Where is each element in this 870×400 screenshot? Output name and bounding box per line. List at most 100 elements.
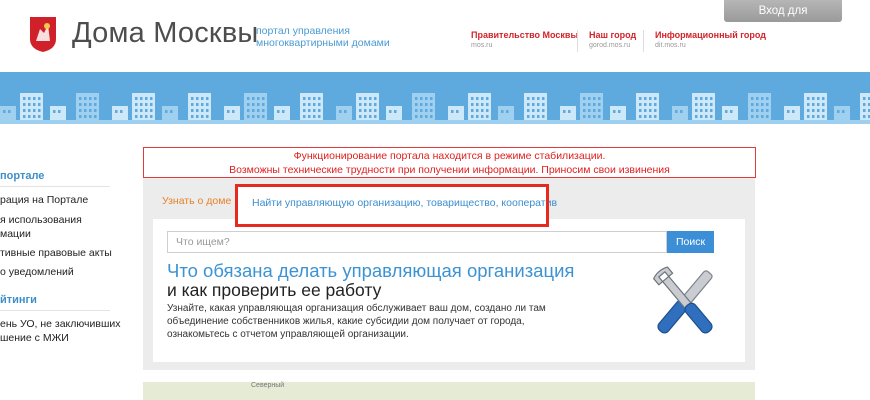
skyline-window [318, 97, 321, 100]
skyline-window [700, 115, 703, 118]
notice-line1: Функционирование портала находится в реж… [293, 150, 606, 162]
skyline-window [644, 109, 647, 112]
skyline-window [84, 115, 87, 118]
skyline-window [170, 110, 173, 113]
skyline-window [94, 97, 97, 100]
skyline-window [115, 110, 118, 113]
search-input[interactable] [167, 231, 667, 253]
sidebar-item-usage-rules-cont[interactable]: мации [0, 227, 31, 241]
skyline-window [593, 109, 596, 112]
skyline-window [359, 103, 362, 106]
skyline-window [282, 110, 285, 113]
skyline-window [201, 103, 204, 106]
skyline-window [206, 97, 209, 100]
skyline-window [191, 115, 194, 118]
stabilization-notice: Функционирование портала находится в реж… [143, 147, 756, 178]
tab-about-house[interactable]: Узнать о доме [162, 195, 231, 207]
skyline-window [730, 110, 733, 113]
skyline-window [837, 110, 840, 113]
skyline-window [822, 109, 825, 112]
promo-desc-line3: ознакомьтесь с отчетом управляющей орган… [167, 329, 409, 340]
skyline-window [527, 103, 530, 106]
skyline-window [38, 115, 41, 118]
wrench-screwdriver-icon [652, 266, 713, 334]
skyline-window [232, 110, 235, 113]
skyline-window [598, 97, 601, 100]
skyline-window [751, 103, 754, 106]
skyline-window [568, 110, 571, 113]
link-mos-government[interactable]: Правительство Москвы mos.ru [471, 30, 578, 49]
map-preview[interactable]: Северный [143, 382, 755, 400]
skyline-window [425, 109, 428, 112]
skyline-window [247, 103, 250, 106]
skyline-window [532, 109, 535, 112]
skyline-window [140, 97, 143, 100]
skyline-window [766, 97, 769, 100]
skyline-window [389, 110, 392, 113]
skyline-window [257, 109, 260, 112]
skyline-window [33, 109, 36, 112]
skyline-window [425, 97, 428, 100]
skyline-window [84, 109, 87, 112]
skyline-window [481, 109, 484, 112]
link-title[interactable]: Информационный город [655, 30, 766, 40]
skyline-window [817, 109, 820, 112]
skyline-window [308, 109, 311, 112]
city-skyline-banner [0, 72, 870, 120]
skyline-window [201, 109, 204, 112]
skyline-window [135, 115, 138, 118]
skyline-window [247, 109, 250, 112]
skyline-window [262, 109, 265, 112]
skyline-window [761, 97, 764, 100]
promo-title[interactable]: Что обязана делать управляющая организац… [167, 260, 574, 282]
search-button[interactable]: Поиск [667, 231, 714, 253]
skyline-window [89, 109, 92, 112]
skyline-window [23, 103, 26, 106]
skyline-window [191, 97, 194, 100]
skyline-window [364, 115, 367, 118]
sidebar-item-usage-rules[interactable]: я использования [0, 213, 82, 227]
sidebar-item-notifications[interactable]: о уведомлений [0, 265, 74, 279]
skyline-window [675, 110, 678, 113]
skyline-window [28, 97, 31, 100]
skyline-window [313, 109, 316, 112]
skyline-window [527, 115, 530, 118]
link-our-city[interactable]: Наш город gorod.mos.ru [589, 30, 636, 49]
skyline-window [695, 97, 698, 100]
skyline-window [481, 103, 484, 106]
skyline-window [252, 115, 255, 118]
skyline-window [89, 97, 92, 100]
skyline-window [822, 115, 825, 118]
link-title[interactable]: Наш город [589, 30, 636, 40]
skyline-window [415, 97, 418, 100]
org-login-button[interactable]: Вход для организаций [724, 0, 842, 39]
skyline-window [471, 97, 474, 100]
sidebar-item-legal-acts[interactable]: тивные правовые акты [0, 246, 112, 260]
skyline-window [53, 110, 56, 113]
skyline-window [339, 110, 342, 113]
sidebar-item-ratings-list[interactable]: ень УО, не заключивших [0, 317, 121, 331]
site-title[interactable]: Дома Москвы [72, 17, 258, 50]
skyline-window [710, 109, 713, 112]
skyline-window [766, 109, 769, 112]
skyline-window [262, 103, 265, 106]
skyline-window [84, 97, 87, 100]
skyline-window [206, 115, 209, 118]
skyline-window [705, 115, 708, 118]
link-title[interactable]: Правительство Москвы [471, 30, 578, 40]
skyline-window [227, 110, 230, 113]
skyline-window [700, 97, 703, 100]
skyline-window [201, 97, 204, 100]
skyline-window [415, 109, 418, 112]
skyline-window [374, 103, 377, 106]
sidebar-item-registration[interactable]: рация на Портале [0, 193, 88, 207]
skyline-window [277, 110, 280, 113]
skyline-window [33, 103, 36, 106]
sidebar-item-ratings-list-cont[interactable]: шение с МЖИ [0, 331, 69, 345]
skyline-window [364, 103, 367, 106]
skyline-window [476, 115, 479, 118]
skyline-window [79, 109, 82, 112]
link-info-city[interactable]: Информационный город dit.mos.ru [655, 30, 766, 49]
skyline-window [145, 109, 148, 112]
banner-stripe [0, 120, 870, 124]
